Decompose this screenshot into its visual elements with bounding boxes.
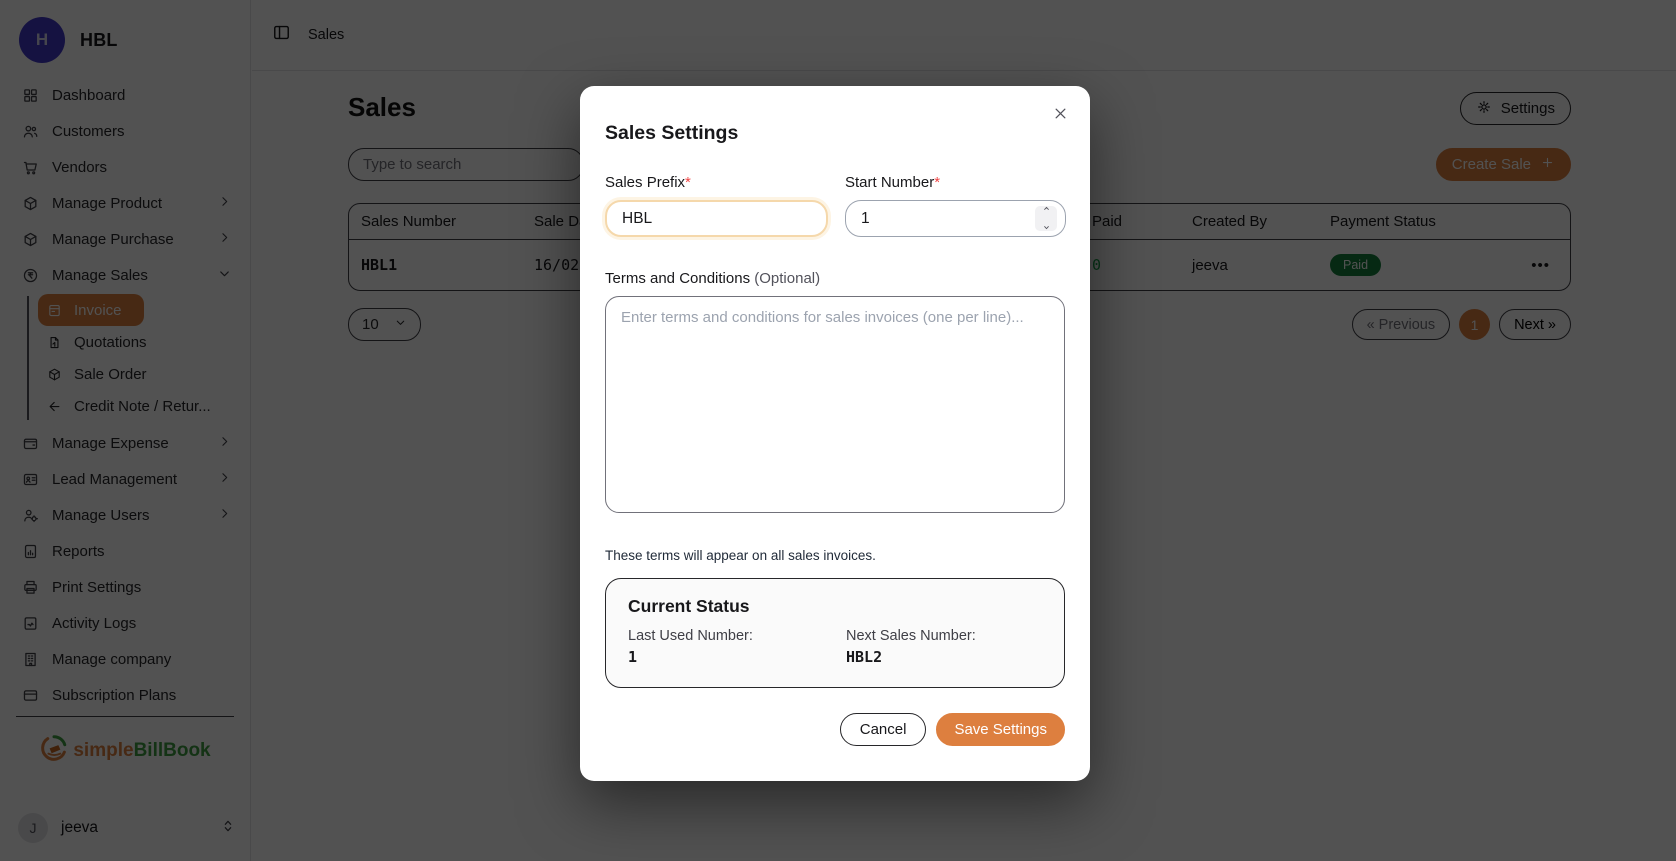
- chevron-up-icon: [1042, 200, 1051, 218]
- close-icon: [1051, 104, 1070, 126]
- chevron-down-icon: [1042, 219, 1051, 237]
- number-stepper[interactable]: [1035, 206, 1057, 231]
- chevron-up-sm-icon: [1042, 204, 1051, 213]
- next-sales-value: HBL2: [846, 648, 1042, 666]
- save-settings-button[interactable]: Save Settings: [936, 713, 1065, 746]
- sales-prefix-input[interactable]: [605, 200, 828, 237]
- close-button[interactable]: [1049, 104, 1071, 126]
- start-number-label: Start Number*: [845, 174, 1066, 191]
- cancel-button[interactable]: Cancel: [840, 713, 927, 746]
- last-used-label: Last Used Number:: [628, 628, 846, 644]
- terms-help-text: These terms will appear on all sales inv…: [605, 548, 1065, 563]
- last-used-value: 1: [628, 648, 846, 666]
- current-status-title: Current Status: [628, 596, 1042, 617]
- terms-textarea[interactable]: [605, 296, 1065, 513]
- terms-optional-label: (Optional): [754, 270, 820, 287]
- required-asterisk: *: [934, 174, 940, 191]
- sales-prefix-label: Sales Prefix*: [605, 174, 828, 191]
- start-number-input[interactable]: [845, 200, 1066, 237]
- terms-label: Terms and Conditions (Optional): [605, 270, 1065, 287]
- sales-settings-modal: Sales Settings Sales Prefix* Start Numbe…: [580, 86, 1090, 781]
- close-icon: [1051, 104, 1070, 123]
- current-status-card: Current Status Last Used Number: 1 Next …: [605, 578, 1065, 688]
- next-sales-label: Next Sales Number:: [846, 628, 1042, 644]
- chevron-down-sm-icon: [1042, 223, 1051, 232]
- modal-title: Sales Settings: [605, 122, 1065, 145]
- required-asterisk: *: [685, 174, 691, 191]
